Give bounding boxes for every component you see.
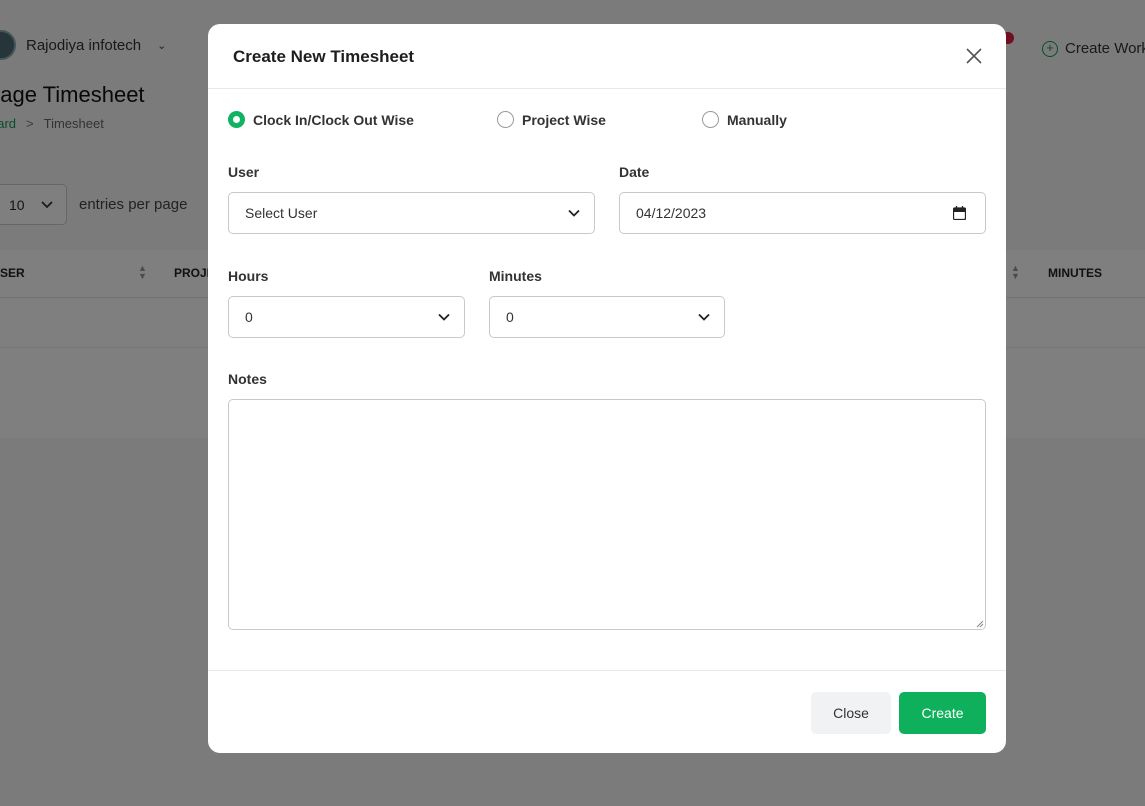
notes-textarea[interactable] — [228, 399, 986, 630]
create-button[interactable]: Create — [899, 692, 986, 734]
hours-label: Hours — [228, 268, 269, 284]
hours-select[interactable]: 0 — [228, 296, 465, 338]
radio-project-wise[interactable]: Project Wise — [497, 111, 606, 128]
user-select[interactable]: Select User — [228, 192, 595, 234]
chevron-down-icon — [698, 313, 710, 321]
modal-footer: Close Create — [208, 670, 1006, 753]
hours-value: 0 — [245, 309, 253, 325]
resize-handle-icon[interactable] — [976, 620, 984, 628]
date-input[interactable]: 04/12/2023 — [619, 192, 986, 234]
radio-checked-icon[interactable] — [228, 111, 245, 128]
radio-label: Manually — [727, 111, 787, 128]
minutes-value: 0 — [506, 309, 514, 325]
close-button[interactable]: Close — [811, 692, 891, 734]
notes-label: Notes — [228, 371, 267, 387]
radio-unchecked-icon[interactable] — [497, 111, 514, 128]
radio-unchecked-icon[interactable] — [702, 111, 719, 128]
user-select-value: Select User — [245, 205, 318, 221]
radio-label: Clock In/Clock Out Wise — [253, 111, 414, 128]
radio-manually[interactable]: Manually — [702, 111, 787, 128]
date-label: Date — [619, 164, 650, 180]
radio-clock-in-out[interactable]: Clock In/Clock Out Wise — [228, 111, 414, 128]
minutes-label: Minutes — [489, 268, 542, 284]
create-timesheet-modal: Create New Timesheet Clock In/Clock Out … — [208, 24, 1006, 753]
modal-title: Create New Timesheet — [233, 47, 415, 66]
minutes-select[interactable]: 0 — [489, 296, 725, 338]
date-value: 04/12/2023 — [636, 205, 707, 221]
modal-header: Create New Timesheet — [208, 24, 1006, 89]
chevron-down-icon — [438, 313, 450, 321]
user-label: User — [228, 164, 260, 180]
chevron-down-icon — [568, 209, 580, 217]
close-icon[interactable] — [964, 46, 984, 66]
radio-label: Project Wise — [522, 111, 606, 128]
modal-body: Clock In/Clock Out Wise Project Wise Man… — [208, 89, 1006, 669]
calendar-icon[interactable] — [953, 206, 966, 220]
